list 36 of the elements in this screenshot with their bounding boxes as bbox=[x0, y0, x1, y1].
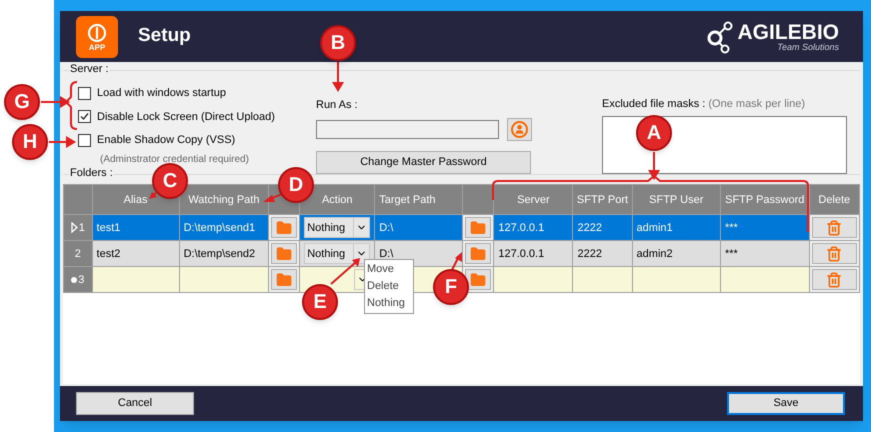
app-label: APP bbox=[88, 44, 106, 52]
table-cell: D:\ bbox=[379, 248, 394, 260]
dropdown-option[interactable]: Nothing bbox=[365, 295, 413, 312]
window-title: Setup bbox=[138, 24, 191, 48]
table-cell: test2 bbox=[96, 248, 120, 260]
cancel-button[interactable]: Cancel bbox=[76, 392, 194, 416]
server-legend: Server : bbox=[69, 64, 110, 76]
row-header: 2 bbox=[64, 240, 92, 267]
excluded-masks-label: Excluded file masks : (One mask per line) bbox=[602, 97, 806, 112]
action-dropdown[interactable]: Nothing bbox=[304, 243, 370, 264]
table-cell: D:\temp\send2 bbox=[184, 248, 256, 260]
table-cell: test1 bbox=[96, 222, 120, 234]
checkbox-option[interactable]: Enable Shadow Copy (VSS) bbox=[78, 132, 313, 149]
table-row[interactable]: 1 test1 D:\temp\send1 Nothing D:\ 127.0.0.1 2222 admin1 *** bbox=[64, 214, 860, 241]
action-dropdown[interactable]: Nothing bbox=[304, 217, 370, 238]
dropdown-option[interactable]: Delete bbox=[365, 278, 413, 295]
table-cell: 2222 bbox=[577, 222, 602, 234]
change-password-button[interactable]: Change Master Password bbox=[316, 150, 531, 174]
row-header: 1 bbox=[64, 214, 92, 241]
brand-tagline: Team Solutions bbox=[777, 42, 839, 52]
brand-name: AGILEBIO bbox=[737, 22, 839, 43]
table-cell: 127.0.0.1 bbox=[498, 222, 544, 234]
table-cell: *** bbox=[724, 248, 738, 260]
save-button[interactable]: Save bbox=[727, 392, 845, 416]
table-cell: *** bbox=[724, 222, 738, 234]
checkbox-option[interactable]: Load with windows startup bbox=[78, 85, 313, 102]
checkbox-option[interactable]: Disable Lock Screen (Direct Upload) bbox=[78, 108, 313, 126]
row-header: 3 bbox=[64, 266, 92, 293]
table-cell: 2222 bbox=[577, 248, 602, 260]
table-cell: admin1 bbox=[636, 222, 673, 234]
folders-legend: Folders : bbox=[69, 168, 114, 180]
table-cell: D:\temp\send1 bbox=[184, 222, 256, 234]
table-cell: D:\ bbox=[379, 222, 394, 234]
run-as-label: Run As : bbox=[316, 98, 359, 114]
table-cell: 127.0.0.1 bbox=[498, 248, 544, 260]
table-cell: admin2 bbox=[636, 248, 673, 260]
